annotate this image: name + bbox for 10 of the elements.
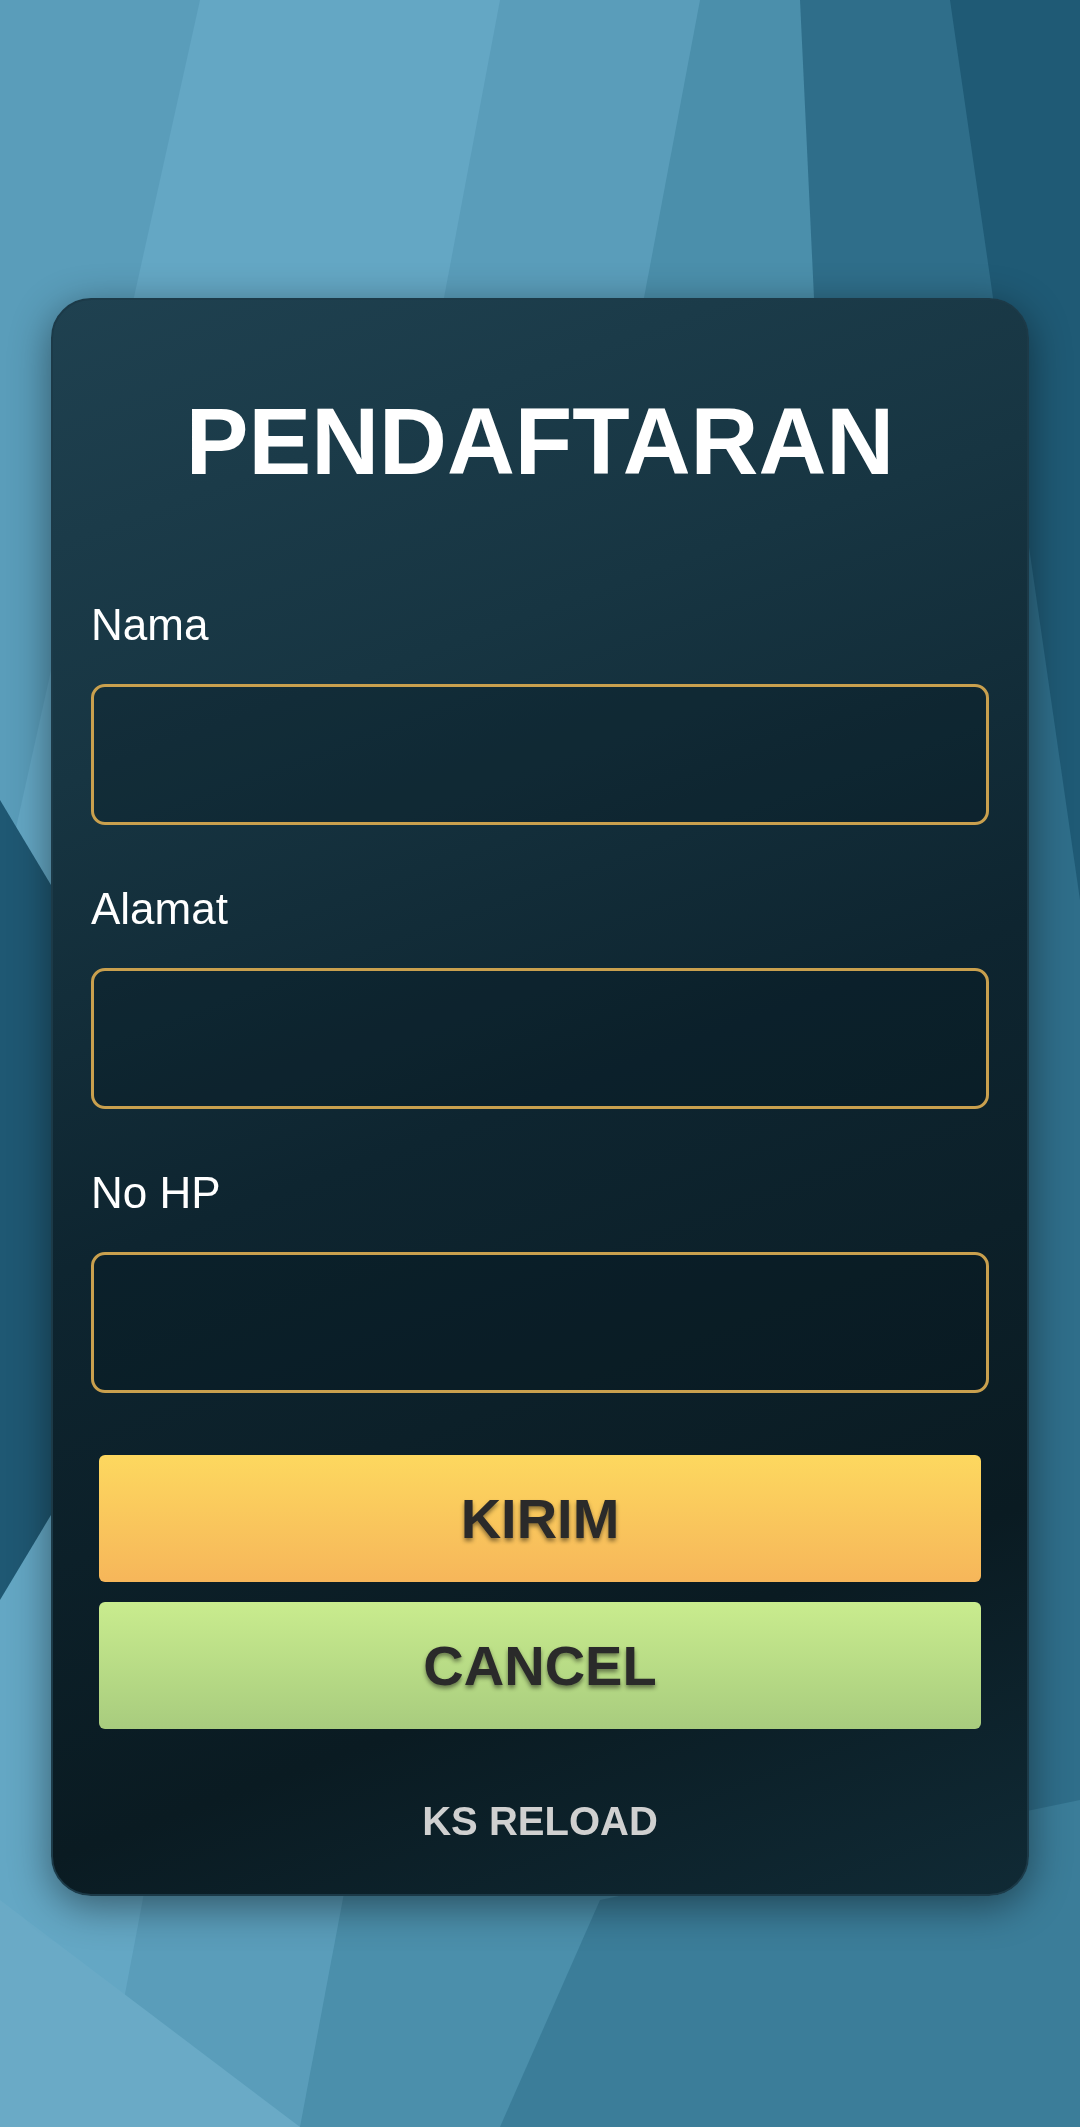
field-label: Nama <box>91 603 210 648</box>
cancel-button[interactable]: CANCEL <box>99 1602 981 1730</box>
footer-text: KS RELOAD <box>421 1799 659 1845</box>
form-title: PENDAFTARAN <box>184 390 896 494</box>
field-label: Alamat <box>91 887 229 932</box>
input-field[interactable] <box>91 968 989 1110</box>
input-field[interactable] <box>91 1252 989 1394</box>
field-label: No HP <box>91 1171 222 1216</box>
submit-button[interactable]: KIRIM <box>99 1455 981 1583</box>
input-field[interactable] <box>91 684 989 826</box>
